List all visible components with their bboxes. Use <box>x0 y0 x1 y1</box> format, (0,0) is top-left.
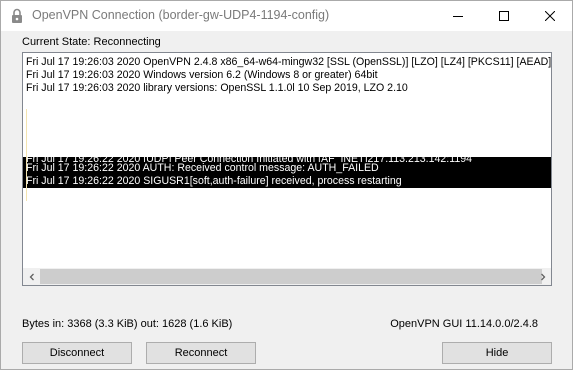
openvpn-icon <box>9 8 25 24</box>
log-line[interactable]: Fri Jul 17 19:26:03 2020 library version… <box>23 82 551 95</box>
openvpn-connection-window: OpenVPN Connection (border-gw-UDP4-1194-… <box>0 0 573 370</box>
disconnect-button[interactable]: Disconnect <box>22 342 132 364</box>
scroll-right-button[interactable] <box>534 268 551 285</box>
minimize-button[interactable] <box>435 1 481 31</box>
hide-button[interactable]: Hide <box>442 342 552 364</box>
log-line[interactable]: Fri Jul 17 19:26:03 2020 OpenVPN 2.4.8 x… <box>23 56 551 69</box>
minimize-icon <box>453 16 463 17</box>
log-line-selected[interactable]: Fri Jul 17 19:26:22 2020 SIGUSR1[soft,au… <box>23 175 551 188</box>
chevron-left-icon <box>29 273 34 280</box>
log-line[interactable]: Fri Jul 17 19:26:03 2020 Windows version… <box>23 69 551 82</box>
current-state-label: Current State: Reconnecting <box>22 36 161 48</box>
close-button[interactable] <box>527 1 573 31</box>
log-textbox[interactable]: Fri Jul 17 19:26:03 2020 OpenVPN 2.4.8 x… <box>22 52 552 286</box>
window-title: OpenVPN Connection (border-gw-UDP4-1194-… <box>32 8 330 22</box>
maximize-icon <box>499 11 509 21</box>
gui-version: OpenVPN GUI 11.14.0.0/2.4.8 <box>390 318 538 330</box>
text-caret <box>26 109 27 201</box>
scrollbar-thumb[interactable] <box>40 269 542 284</box>
title-bar[interactable]: OpenVPN Connection (border-gw-UDP4-1194-… <box>1 1 572 31</box>
maximize-button[interactable] <box>481 1 527 31</box>
log-blank-area <box>23 95 551 157</box>
close-icon <box>545 11 555 21</box>
scroll-left-button[interactable] <box>23 268 40 285</box>
reconnect-button[interactable]: Reconnect <box>146 342 256 364</box>
log-lines: Fri Jul 17 19:26:03 2020 OpenVPN 2.4.8 x… <box>23 56 551 188</box>
log-line-selected[interactable]: Fri Jul 17 19:26:22 2020 AUTH: Received … <box>23 162 551 175</box>
chevron-right-icon <box>540 273 545 280</box>
bytes-counter: Bytes in: 3368 (3.3 KiB) out: 1628 (1.6 … <box>22 318 233 330</box>
horizontal-scrollbar[interactable] <box>23 268 551 285</box>
